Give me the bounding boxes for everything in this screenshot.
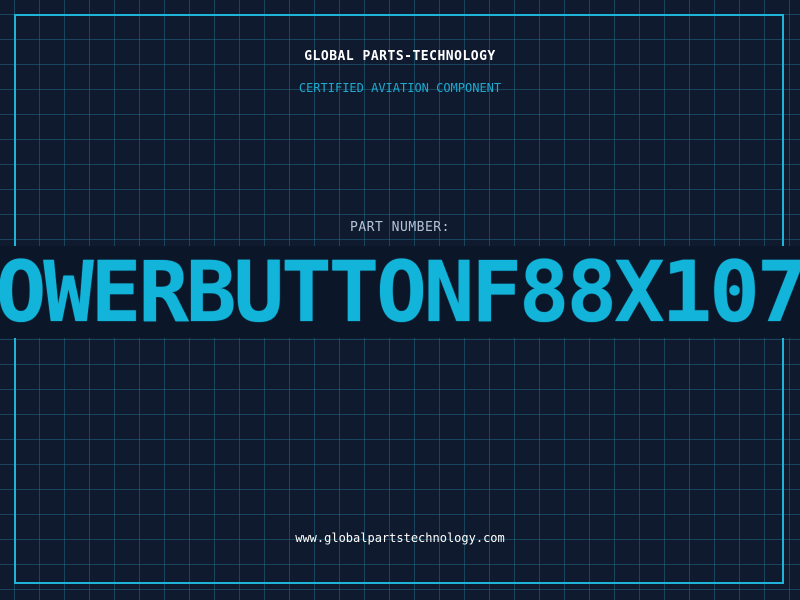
website-link[interactable]: www.globalpartstechnology.com bbox=[0, 531, 800, 545]
company-name: GLOBAL PARTS-TECHNOLOGY bbox=[304, 49, 496, 64]
part-number-value: POWERBUTTONF88X107M bbox=[0, 243, 800, 341]
certification-tagline: CERTIFIED AVIATION COMPONENT bbox=[298, 81, 502, 95]
part-number-label: PART NUMBER: bbox=[350, 220, 450, 235]
label-card: GLOBAL PARTS-TECHNOLOGY CERTIFIED AVIATI… bbox=[0, 0, 800, 600]
